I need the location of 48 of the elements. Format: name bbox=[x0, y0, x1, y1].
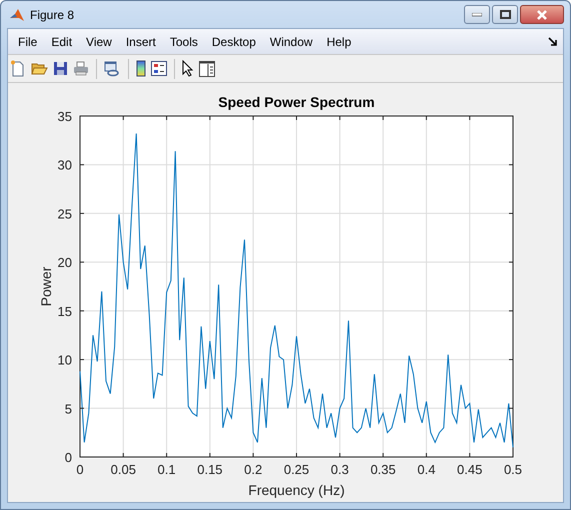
tick-label: 35 bbox=[58, 109, 72, 124]
tick-label: 20 bbox=[58, 255, 72, 270]
linked-windows-icon[interactable] bbox=[104, 60, 121, 76]
tick-label: 0.4 bbox=[417, 462, 436, 477]
open-folder-icon[interactable] bbox=[31, 61, 48, 76]
close-icon bbox=[536, 10, 548, 20]
dock-arrow-icon[interactable] bbox=[548, 37, 557, 46]
menu-item[interactable]: View bbox=[80, 32, 120, 52]
tick-label: 0.25 bbox=[284, 462, 310, 477]
tick-label: 0.15 bbox=[197, 462, 223, 477]
app-icon bbox=[9, 6, 25, 22]
tick-label: 0.2 bbox=[244, 462, 262, 477]
property-panel-icon[interactable] bbox=[199, 60, 215, 76]
tick-label: 0.45 bbox=[457, 462, 482, 477]
tick-label: 5 bbox=[64, 401, 72, 416]
window-title: Figure 8 bbox=[30, 8, 76, 22]
tick-label: 10 bbox=[58, 352, 72, 368]
colorbar-icon[interactable] bbox=[136, 60, 146, 77]
tick-label: 0 bbox=[64, 450, 72, 465]
tick-label: 0.05 bbox=[110, 462, 136, 477]
save-icon[interactable] bbox=[53, 61, 68, 76]
menu-item[interactable]: Help bbox=[320, 32, 360, 52]
print-icon[interactable] bbox=[73, 61, 89, 76]
menu-item[interactable]: Insert bbox=[120, 32, 164, 52]
tick-label: 0 bbox=[76, 462, 84, 477]
menu-item[interactable]: Tools bbox=[164, 32, 206, 52]
new-file-icon[interactable] bbox=[10, 60, 26, 77]
tick-label: 15 bbox=[58, 304, 72, 319]
axis-label: Frequency (Hz) bbox=[248, 482, 345, 498]
tick-label: 0.1 bbox=[158, 462, 176, 477]
menu-item[interactable]: Edit bbox=[45, 32, 80, 52]
maximize-button[interactable] bbox=[492, 5, 518, 24]
chart-title: Speed Power Spectrum bbox=[218, 94, 375, 110]
tick-label: 0.5 bbox=[504, 462, 522, 477]
menu-item[interactable]: File bbox=[12, 32, 46, 52]
minimize-button[interactable] bbox=[464, 5, 490, 24]
legend-icon[interactable] bbox=[151, 61, 167, 76]
tick-label: 25 bbox=[58, 206, 72, 222]
menu-item[interactable]: Desktop bbox=[206, 32, 264, 52]
minimize-icon bbox=[472, 12, 482, 16]
tick-label: 0.3 bbox=[330, 462, 349, 477]
pointer-icon[interactable] bbox=[182, 60, 194, 77]
menu-item[interactable]: Window bbox=[264, 32, 321, 52]
maximize-icon bbox=[500, 10, 510, 19]
close-button[interactable] bbox=[520, 5, 564, 24]
tick-label: 0.35 bbox=[370, 462, 396, 477]
tick-label: 30 bbox=[58, 158, 72, 173]
axis-label: Power bbox=[38, 266, 54, 306]
